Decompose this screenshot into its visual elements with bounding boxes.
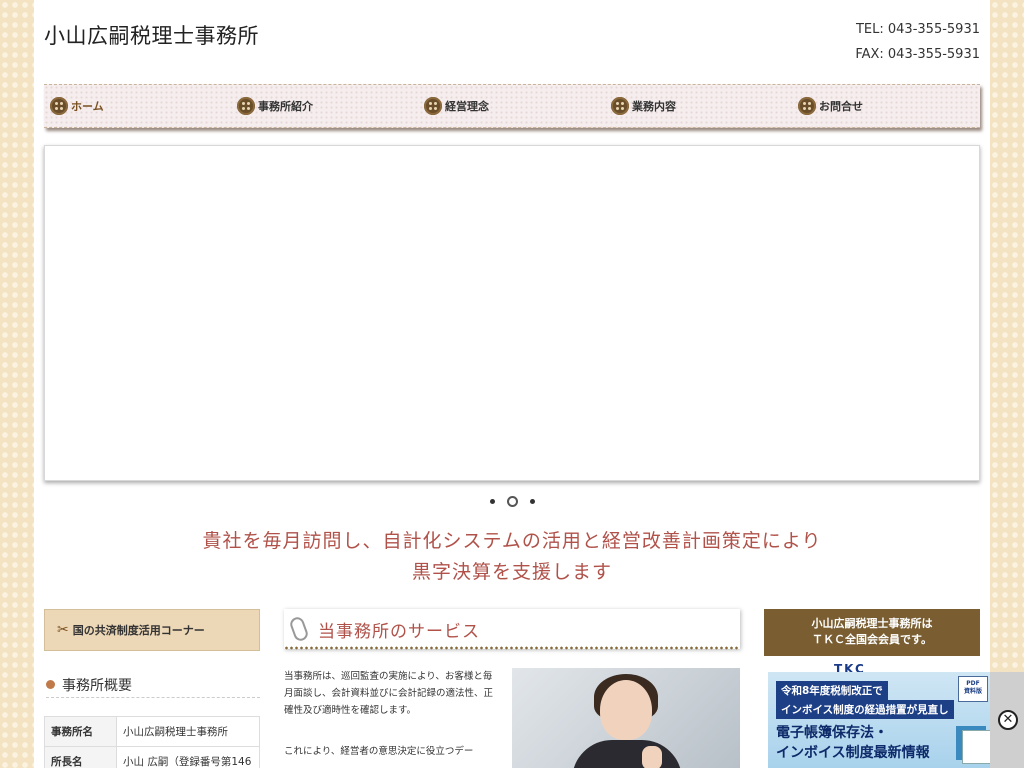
nav-label: 事務所紹介: [258, 100, 313, 113]
nav-label: ホーム: [71, 100, 104, 113]
slider-dot-active[interactable]: [506, 496, 518, 507]
site-title[interactable]: 小山広嗣税理士事務所: [44, 20, 259, 50]
bullet-icon: [46, 680, 55, 689]
photo-body: [572, 740, 682, 768]
table-row: 事務所名 小山広嗣税理士事務所: [44, 716, 260, 747]
ad-line-3: 電子帳簿保存法・: [776, 725, 888, 741]
paperclip-icon: [288, 615, 310, 643]
slider-dots: [34, 496, 990, 507]
button-icon: [50, 97, 68, 115]
service-description: 当事務所は、巡回監査の実施により、お客様と毎月面談し、会計資料並びに会計記録の適…: [284, 668, 496, 760]
nav-label: お問合せ: [819, 100, 863, 113]
ad-line-1: 令和8年度税制改正で: [776, 681, 888, 700]
office-overview-heading: 事務所概要: [46, 672, 260, 698]
hero-slider[interactable]: [44, 145, 980, 481]
close-icon[interactable]: ✕: [998, 710, 1018, 730]
dotted-divider: [284, 646, 740, 650]
nav-item-contact[interactable]: お問合せ: [792, 97, 979, 115]
nav-label: 経営理念: [445, 100, 489, 113]
pdf-badge-icon: PDF 資料版: [958, 676, 988, 702]
info-key: 事務所名: [44, 716, 117, 747]
slider-dot[interactable]: [489, 499, 495, 504]
tel-number: TEL: 043-355-5931: [855, 22, 980, 37]
button-icon: [237, 97, 255, 115]
nav-label: 業務内容: [632, 100, 676, 113]
document-icon: [962, 730, 992, 764]
nav-item-philosophy[interactable]: 経営理念: [418, 97, 605, 115]
nav-item-home[interactable]: ホーム: [44, 97, 231, 115]
button-icon: [611, 97, 629, 115]
tkc-member-banner[interactable]: 小山広嗣税理士事務所は ＴＫＣ全国会会員です。: [764, 609, 980, 656]
service-paragraph-1: 当事務所は、巡回監査の実施により、お客様と毎月面談し、会計資料並びに会計記録の適…: [284, 671, 494, 716]
contact-info: TEL: 043-355-5931 FAX: 043-355-5931: [855, 17, 980, 67]
office-info-table: 事務所名 小山広嗣税理士事務所 所長名 小山 広嗣（登録番号第146: [44, 716, 260, 768]
nav-item-services[interactable]: 業務内容: [605, 97, 792, 115]
staff-photo: [512, 668, 740, 768]
service-heading: 当事務所のサービス: [284, 609, 740, 649]
button-icon: [424, 97, 442, 115]
kyosai-corner-button[interactable]: ✂ 国の共済制度活用コーナー: [44, 609, 260, 651]
tkc-line-1: 小山広嗣税理士事務所は: [811, 617, 933, 630]
ad-line-2: インボイス制度の経過措置が見直し: [776, 700, 954, 719]
page: 小山広嗣税理士事務所 TEL: 043-355-5931 FAX: 043-35…: [34, 0, 990, 768]
photo-face: [600, 680, 652, 740]
scissors-icon: ✂: [57, 622, 69, 638]
fax-number: FAX: 043-355-5931: [855, 47, 980, 62]
button-icon: [798, 97, 816, 115]
photo-hand: [642, 746, 662, 768]
service-paragraph-2: これにより、経営者の意思決定に役立つデー: [284, 746, 474, 757]
office-heading-label: 事務所概要: [62, 677, 132, 694]
slider-dot[interactable]: [529, 499, 535, 504]
catch-copy: 貴社を毎月訪問し、自計化システムの活用と経営改善計画策定により 黒字決算を支援し…: [34, 526, 990, 588]
info-value: 小山広嗣税理士事務所: [116, 716, 260, 747]
service-title: 当事務所のサービス: [318, 621, 480, 642]
catch-line-1: 貴社を毎月訪問し、自計化システムの活用と経営改善計画策定により: [202, 530, 822, 552]
ad-line-4: インボイス制度最新情報: [776, 745, 930, 761]
kyosai-label: 国の共済制度活用コーナー: [72, 624, 205, 637]
tkc-line-2: ＴＫＣ全国会会員です。: [812, 633, 932, 646]
invoice-info-ad[interactable]: 令和8年度税制改正で インボイス制度の経過措置が見直し 電子帳簿保存法・ インボ…: [768, 672, 1024, 768]
main-nav: ホーム 事務所紹介 経営理念 業務内容 お問合せ: [44, 84, 980, 128]
info-key: 所長名: [44, 746, 117, 768]
table-row: 所長名 小山 広嗣（登録番号第146: [44, 746, 260, 768]
nav-item-about[interactable]: 事務所紹介: [231, 97, 418, 115]
catch-line-2: 黒字決算を支援します: [411, 561, 612, 583]
info-value: 小山 広嗣（登録番号第146: [116, 746, 260, 768]
